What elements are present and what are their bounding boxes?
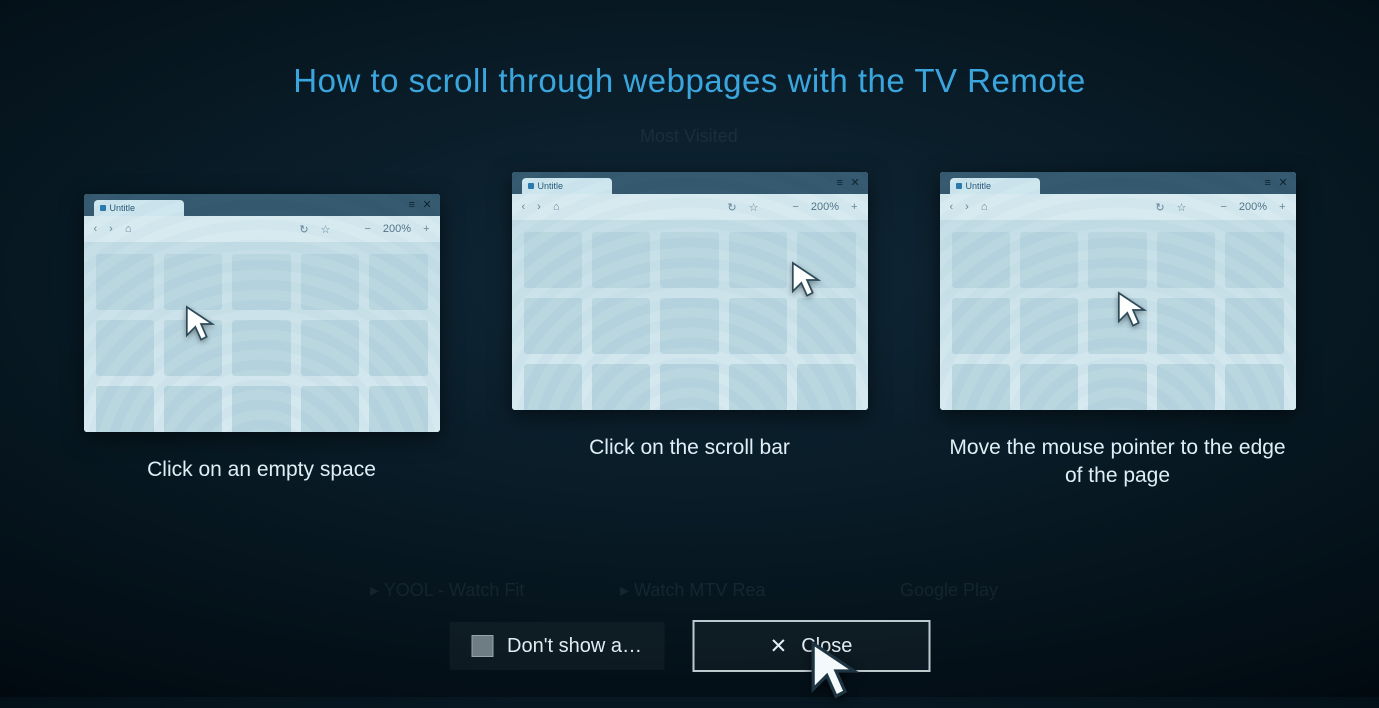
zoom-minus-icon: − <box>792 201 798 213</box>
zoom-plus-icon: + <box>423 223 429 235</box>
tab-title: Untitle <box>538 181 564 191</box>
nav-home-icon: ⌂ <box>125 223 132 235</box>
nav-star-icon: ☆ <box>1177 201 1187 214</box>
window-menu-icon: ≡ <box>409 200 420 211</box>
caption-3: Move the mouse pointer to the edge of th… <box>948 434 1288 491</box>
zoom-minus-icon: − <box>1220 201 1226 213</box>
nav-star-icon: ☆ <box>749 201 759 214</box>
window-close-icon: ✕ <box>1279 178 1290 189</box>
browser-tab: Untitle <box>950 178 1040 194</box>
nav-back-icon: ‹ <box>94 223 98 235</box>
zoom-plus-icon: + <box>1279 201 1285 213</box>
window-menu-icon: ≡ <box>1265 178 1276 189</box>
browser-navbar: ‹ › ⌂ ↻ ☆ − 200% + <box>84 216 440 242</box>
bg-hint-item-1: ▸ YOOL - Watch Fit <box>370 580 524 601</box>
browser-tabbar: Untitle ≡ ✕ <box>940 172 1296 194</box>
window-controls: ≡ ✕ <box>837 172 862 194</box>
window-controls: ≡ ✕ <box>409 194 434 216</box>
tab-favicon-icon <box>100 205 106 211</box>
browser-tabbar: Untitle ≡ ✕ <box>84 194 440 216</box>
card-empty-space: Untitle ≡ ✕ ‹ › ⌂ ↻ ☆ − 200% + <box>84 194 440 484</box>
tab-title: Untitle <box>966 181 992 191</box>
instruction-cards: Untitle ≡ ✕ ‹ › ⌂ ↻ ☆ − 200% + <box>0 172 1379 491</box>
zoom-minus-icon: − <box>364 223 370 235</box>
nav-back-icon: ‹ <box>950 201 954 213</box>
tab-favicon-icon <box>528 183 534 189</box>
thumbnail-3: Untitle ≡ ✕ ‹ › ⌂ ↻ ☆ − 200% + <box>940 172 1296 410</box>
zoom-level: 200% <box>811 201 839 213</box>
checkbox-box-icon <box>471 635 493 657</box>
window-menu-icon: ≡ <box>837 178 848 189</box>
card-scrollbar: Untitle ≡ ✕ ‹ › ⌂ ↻ ☆ − 200% + <box>512 172 868 462</box>
window-close-icon: ✕ <box>423 200 434 211</box>
nav-back-icon: ‹ <box>522 201 526 213</box>
nav-home-icon: ⌂ <box>553 201 560 213</box>
dont-show-label: Don't show a… <box>507 635 642 658</box>
page-grid <box>940 220 1296 410</box>
nav-forward-icon: › <box>109 223 113 235</box>
thumbnail-2: Untitle ≡ ✕ ‹ › ⌂ ↻ ☆ − 200% + <box>512 172 868 410</box>
bg-hint-item-3: Google Play <box>900 580 998 601</box>
bg-hint-most-visited: Most Visited <box>640 126 738 147</box>
nav-refresh-icon: ↻ <box>727 201 736 214</box>
window-controls: ≡ ✕ <box>1265 172 1290 194</box>
page-grid <box>84 242 440 432</box>
bg-hint-item-2: ▸ Watch MTV Rea <box>620 580 765 601</box>
zoom-plus-icon: + <box>851 201 857 213</box>
browser-tabbar: Untitle ≡ ✕ <box>512 172 868 194</box>
zoom-level: 200% <box>1239 201 1267 213</box>
dialog-title: How to scroll through webpages with the … <box>0 0 1379 100</box>
nav-star-icon: ☆ <box>321 223 331 236</box>
browser-tab: Untitle <box>94 200 184 216</box>
zoom-level: 200% <box>383 223 411 235</box>
window-close-icon: ✕ <box>851 178 862 189</box>
nav-refresh-icon: ↻ <box>299 223 308 236</box>
browser-navbar: ‹ › ⌂ ↻ ☆ − 200% + <box>512 194 868 220</box>
tab-favicon-icon <box>956 183 962 189</box>
pointer-cursor-icon <box>808 639 864 703</box>
page-grid <box>512 220 868 410</box>
caption-2: Click on the scroll bar <box>589 434 790 462</box>
nav-home-icon: ⌂ <box>981 201 988 213</box>
browser-navbar: ‹ › ⌂ ↻ ☆ − 200% + <box>940 194 1296 220</box>
nav-forward-icon: › <box>537 201 541 213</box>
caption-1: Click on an empty space <box>147 456 376 484</box>
nav-refresh-icon: ↻ <box>1155 201 1164 214</box>
tab-title: Untitle <box>110 203 136 213</box>
card-edge: Untitle ≡ ✕ ‹ › ⌂ ↻ ☆ − 200% + <box>940 172 1296 491</box>
nav-forward-icon: › <box>965 201 969 213</box>
close-icon: ✕ <box>770 634 788 659</box>
dont-show-again-checkbox[interactable]: Don't show a… <box>449 622 664 670</box>
browser-tab: Untitle <box>522 178 612 194</box>
thumbnail-1: Untitle ≡ ✕ ‹ › ⌂ ↻ ☆ − 200% + <box>84 194 440 432</box>
